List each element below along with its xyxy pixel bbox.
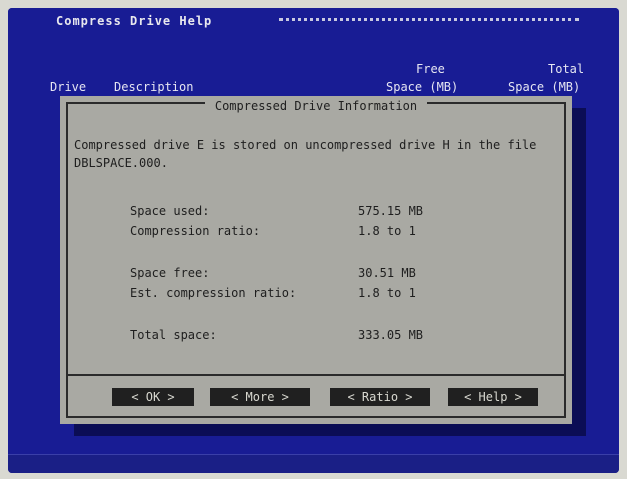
dialog-title-bar: Compressed Drive Information [68, 95, 564, 114]
ok-button[interactable]: < OK > [112, 388, 194, 406]
space-used-value: 575.15 MB [358, 204, 424, 218]
total-space-value: 333.05 MB [358, 328, 424, 342]
dialog-message: Compressed drive E is stored on uncompre… [74, 138, 537, 170]
space-used-label: Space used: [130, 204, 210, 218]
compression-ratio-label: Compression ratio: [130, 224, 261, 238]
menu-title[interactable]: Compress Drive Help [56, 14, 212, 28]
menu-decor [279, 18, 579, 26]
dialog-title: Compressed Drive Information [204, 99, 428, 113]
total-space-label: Total space: [130, 328, 217, 342]
ratio-button[interactable]: < Ratio > [330, 388, 430, 406]
space-free-label: Space free: [130, 266, 210, 280]
compression-ratio-value: 1.8 to 1 [358, 224, 416, 238]
status-bar [8, 454, 619, 473]
help-button[interactable]: < Help > [448, 388, 538, 406]
est-compression-ratio-value: 1.8 to 1 [358, 286, 416, 300]
col-free-header-top: Free [416, 62, 445, 76]
col-drive-header: Drive [50, 80, 87, 94]
col-description-header: Description [114, 80, 194, 94]
menu-bar: Compress Drive Help [8, 8, 619, 34]
dos-screen: Compress Drive Help Drive Description Fr… [8, 8, 619, 473]
more-button[interactable]: < More > [210, 388, 310, 406]
dialog-separator [66, 374, 566, 376]
col-total-header-top: Total [548, 62, 585, 76]
drive-info-dialog: Compressed Drive Information Compressed … [60, 96, 572, 424]
col-total-header-bottom: Space (MB) [508, 80, 581, 94]
est-compression-ratio-label: Est. compression ratio: [130, 286, 297, 300]
col-free-header-bottom: Space (MB) [386, 80, 459, 94]
space-free-value: 30.51 MB [358, 266, 416, 280]
